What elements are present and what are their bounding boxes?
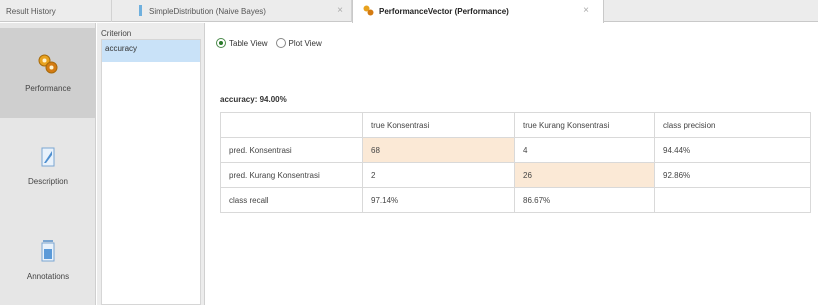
description-icon (41, 147, 55, 169)
confusion-matrix-table: true Konsentrasi true Kurang Konsentrasi… (220, 112, 811, 213)
table-view-radio[interactable] (216, 38, 226, 48)
table-cell: 68 (362, 137, 515, 163)
tab-bar: Result History SimpleDistribution (Naive… (0, 0, 818, 23)
table-cell: 4 (514, 137, 655, 163)
criterion-panel: Criterion accuracy (97, 23, 205, 305)
sidebar-item-label: Performance (25, 83, 71, 93)
row-label: pred. Kurang Konsentrasi (220, 162, 363, 188)
distribution-icon (138, 4, 144, 18)
tab-simple-distribution[interactable]: SimpleDistribution (Naive Bayes) × (112, 0, 352, 22)
sidebar-item-label: Description (27, 176, 68, 186)
table-view-label[interactable]: Table View (229, 39, 268, 48)
tab-result-history-label: Result History (6, 6, 56, 16)
plot-view-label[interactable]: Plot View (289, 39, 322, 48)
table-row: pred. Kurang Konsentrasi 2 26 92.86% (220, 162, 811, 188)
sidebar-item-label: Annotations (26, 271, 70, 281)
tab-result-history[interactable]: Result History (0, 0, 112, 22)
plot-view-radio[interactable] (275, 38, 286, 48)
sidebar-item-description[interactable]: Description (0, 121, 96, 211)
tab-performance-vector[interactable]: PerformanceVector (Performance) × (352, 0, 604, 23)
table-cell: 92.86% (654, 162, 811, 188)
row-label: class recall (220, 187, 363, 213)
table-cell: 97.14% (362, 187, 515, 213)
header-cell: class precision (654, 112, 811, 138)
tab-performance-vector-label: PerformanceVector (Performance) (379, 7, 509, 16)
header-cell: true Kurang Konsentrasi (514, 112, 655, 138)
performance-icon (363, 5, 374, 18)
table-cell: 94.44% (654, 137, 811, 163)
annotations-icon (41, 239, 55, 264)
sidebar-item-annotations[interactable]: Annotations (0, 215, 96, 305)
table-cell: 26 (514, 162, 655, 188)
table-row: class recall 97.14% 86.67% (220, 187, 811, 213)
table-cell: 2 (362, 162, 515, 188)
accuracy-label: accuracy: 94.00% (220, 95, 287, 104)
criterion-header: Criterion (101, 29, 132, 38)
table-row: pred. Konsentrasi 68 4 94.44% (220, 137, 811, 163)
performance-view: Table View Plot View accuracy: 94.00% tr… (206, 23, 818, 305)
criterion-item-accuracy[interactable]: accuracy (102, 40, 200, 62)
table-header-row: true Konsentrasi true Kurang Konsentrasi… (220, 112, 811, 138)
criterion-list: accuracy (101, 39, 201, 305)
view-sidebar: Performance Description Annotations (0, 23, 96, 305)
close-icon[interactable]: × (337, 5, 343, 16)
sidebar-item-performance[interactable]: Performance (0, 28, 96, 118)
tab-simple-distribution-label: SimpleDistribution (Naive Bayes) (149, 6, 266, 16)
performance-icon (38, 54, 58, 76)
table-cell (654, 187, 811, 213)
header-cell: true Konsentrasi (362, 112, 515, 138)
row-label: pred. Konsentrasi (220, 137, 363, 163)
close-icon[interactable]: × (583, 5, 589, 16)
header-cell (220, 112, 363, 138)
view-toggle: Table View Plot View (216, 38, 330, 48)
table-cell: 86.67% (514, 187, 655, 213)
